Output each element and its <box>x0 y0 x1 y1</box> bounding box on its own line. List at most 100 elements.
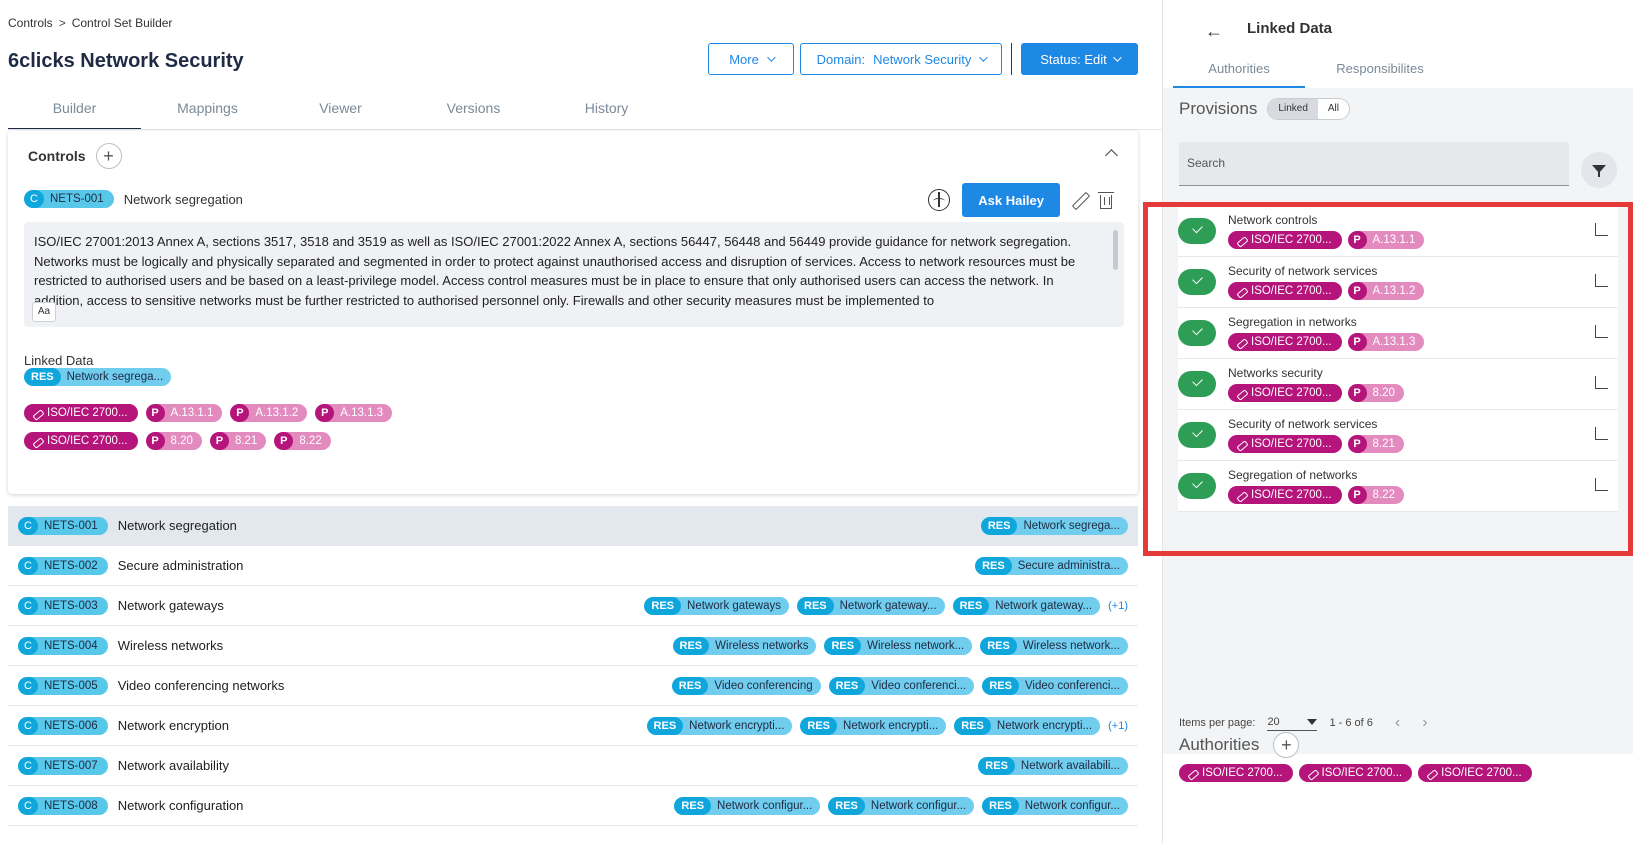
next-page-icon[interactable]: › <box>1422 714 1427 732</box>
res-chip[interactable]: RES Network encrypti... <box>800 716 947 735</box>
provision-row[interactable]: Security of network services ISO/IEC 270… <box>1178 257 1618 308</box>
authority-chip[interactable]: ISO/IEC 2700... <box>24 432 138 450</box>
res-chip[interactable]: RES Network configur... <box>982 796 1128 815</box>
ai-brain-icon[interactable] <box>928 189 951 211</box>
more-button[interactable]: More <box>708 43 794 75</box>
back-arrow-icon[interactable]: ← <box>1205 21 1223 42</box>
res-chip[interactable]: RES Network segrega... <box>980 516 1128 535</box>
provision-row[interactable]: Network controls ISO/IEC 2700... P A.13.… <box>1178 206 1618 257</box>
search-input[interactable]: Search <box>1179 142 1569 186</box>
provision-row[interactable]: Segregation of networks ISO/IEC 2700... … <box>1178 461 1618 512</box>
provision-chip[interactable]: P A.13.1.3 <box>315 404 393 422</box>
res-chip[interactable]: RES Video conferenci... <box>828 676 975 695</box>
tab-builder[interactable]: Builder <box>8 86 141 130</box>
res-chip[interactable]: RES Network gateway... <box>797 596 945 615</box>
description-scrollbar[interactable] <box>1113 230 1118 270</box>
toggle-all[interactable]: All <box>1318 99 1349 119</box>
provision-chip[interactable]: P A.13.1.2 <box>230 404 308 422</box>
domain-button[interactable]: Domain: Network Security <box>800 43 1002 75</box>
res-chip[interactable]: RES Network configur... <box>828 796 975 815</box>
tab-mappings[interactable]: Mappings <box>141 86 274 130</box>
provision-chip[interactable]: P 8.22 <box>1347 486 1404 504</box>
status-button[interactable]: Status: Edit <box>1021 43 1138 75</box>
provision-row[interactable]: Security of network services ISO/IEC 270… <box>1178 410 1618 461</box>
linked-check-toggle[interactable] <box>1178 422 1216 448</box>
res-chip[interactable]: RES Wireless network... <box>980 636 1128 655</box>
authority-chip[interactable]: ISO/IEC 2700... <box>1228 486 1342 504</box>
more-count[interactable]: (+1) <box>1108 720 1128 732</box>
previous-page-icon[interactable]: ‹ <box>1395 714 1400 732</box>
res-chip[interactable]: RES Network gateway... <box>952 596 1101 615</box>
res-chip[interactable]: RES Network gateways <box>644 596 789 615</box>
ask-hailey-button[interactable]: Ask Hailey <box>962 183 1060 217</box>
items-per-page-select[interactable]: 20 <box>1267 716 1318 731</box>
toggle-linked[interactable]: Linked <box>1268 99 1318 119</box>
res-chip[interactable]: RES Network encrypti... <box>646 716 793 735</box>
provision-chip[interactable]: P 8.20 <box>1347 384 1404 402</box>
provision-row[interactable]: Segregation in networks ISO/IEC 2700... … <box>1178 308 1618 359</box>
table-row[interactable]: C NETS-006 Network encryption RES Networ… <box>8 706 1138 746</box>
add-control-button[interactable]: + <box>95 143 122 169</box>
provision-chip[interactable]: P A.13.1.1 <box>1347 231 1425 249</box>
res-chip[interactable]: RES Network configur... <box>674 796 821 815</box>
tab-responsibilities[interactable]: Responsibilites <box>1305 52 1455 88</box>
authority-chip[interactable]: ISO/IEC 2700... <box>1228 282 1342 300</box>
res-prefix: RES <box>980 516 1018 535</box>
provision-chips: ISO/IEC 2700... P A.13.1.3 <box>1228 333 1425 351</box>
provision-chip[interactable]: P 8.21 <box>1347 435 1404 453</box>
res-chip[interactable]: RES Video conferenci... <box>982 676 1128 695</box>
control-id-chip: C NETS-003 <box>18 596 108 615</box>
more-count[interactable]: (+1) <box>1108 600 1128 612</box>
authority-chip[interactable]: ISO/IEC 2700... <box>1228 333 1342 351</box>
control-prefix: C <box>18 796 38 815</box>
provision-chip[interactable]: P 8.20 <box>145 432 202 450</box>
res-chip[interactable]: RES Network encrypti... <box>954 716 1101 735</box>
delete-trash-icon[interactable] <box>1098 191 1114 209</box>
provision-chip[interactable]: P A.13.1.3 <box>1347 333 1425 351</box>
provision-chip[interactable]: P 8.21 <box>209 432 267 450</box>
provision-title: Segregation in networks <box>1228 315 1357 329</box>
table-row[interactable]: C NETS-002 Secure administration RES Sec… <box>8 546 1138 586</box>
linked-check-toggle[interactable] <box>1178 371 1216 397</box>
authority-chip[interactable]: ISO/IEC 2700... <box>24 404 138 422</box>
linked-check-toggle[interactable] <box>1178 218 1216 244</box>
res-chip[interactable]: RES Network segrega... <box>24 368 172 386</box>
tab-versions[interactable]: Versions <box>407 86 540 130</box>
authority-chip[interactable]: ISO/IEC 2700... <box>1228 231 1342 249</box>
filter-icon[interactable] <box>1581 152 1617 188</box>
authority-chip[interactable]: ISO/IEC 2700... <box>1298 764 1413 782</box>
res-chip[interactable]: RES Network availabili... <box>978 756 1128 775</box>
res-chip[interactable]: RES Video conferencing <box>671 676 821 695</box>
linked-check-toggle[interactable] <box>1178 320 1216 346</box>
authority-chips: ISO/IEC 2700... ISO/IEC 2700... ISO/IEC … <box>1179 764 1532 782</box>
res-chip[interactable]: RES Secure administra... <box>975 556 1128 575</box>
table-row[interactable]: C NETS-001 Network segregation RES Netwo… <box>8 506 1138 546</box>
res-chip[interactable]: RES Wireless networks <box>672 636 817 655</box>
provision-chip[interactable]: P 8.22 <box>274 432 331 450</box>
provision-row[interactable]: Networks security ISO/IEC 2700... P 8.20 <box>1178 359 1618 410</box>
provision-chip[interactable]: P A.13.1.1 <box>145 404 223 422</box>
breadcrumb-control-set-builder[interactable]: Control Set Builder <box>72 16 173 30</box>
table-row[interactable]: C NETS-007 Network availability RES Netw… <box>8 746 1138 786</box>
table-row[interactable]: C NETS-008 Network configuration RES Net… <box>8 786 1138 826</box>
provision-chip[interactable]: P A.13.1.2 <box>1347 282 1425 300</box>
text-format-button[interactable]: Aa <box>32 302 56 322</box>
edit-pencil-icon[interactable] <box>1072 192 1088 208</box>
linked-check-toggle[interactable] <box>1178 473 1216 499</box>
tab-history[interactable]: History <box>540 86 673 130</box>
authority-chip[interactable]: ISO/IEC 2700... <box>1179 764 1293 782</box>
add-authority-button[interactable]: + <box>1273 732 1300 758</box>
authority-chip[interactable]: ISO/IEC 2700... <box>1228 384 1342 402</box>
authority-chip[interactable]: ISO/IEC 2700... <box>1228 435 1342 453</box>
res-chip[interactable]: RES Wireless network... <box>824 636 973 655</box>
table-row[interactable]: C NETS-003 Network gateways RES Network … <box>8 586 1138 626</box>
tab-viewer[interactable]: Viewer <box>274 86 407 130</box>
breadcrumb-controls[interactable]: Controls <box>8 16 53 30</box>
control-description[interactable]: ISO/IEC 27001:2013 Annex A, sections 351… <box>24 222 1124 327</box>
chevron-up-icon[interactable] <box>1105 149 1118 162</box>
tab-authorities[interactable]: Authorities <box>1173 52 1305 88</box>
table-row[interactable]: C NETS-004 Wireless networks RES Wireles… <box>8 626 1138 666</box>
authority-chip[interactable]: ISO/IEC 2700... <box>1418 764 1532 782</box>
linked-check-toggle[interactable] <box>1178 269 1216 295</box>
table-row[interactable]: C NETS-005 Video conferencing networks R… <box>8 666 1138 706</box>
